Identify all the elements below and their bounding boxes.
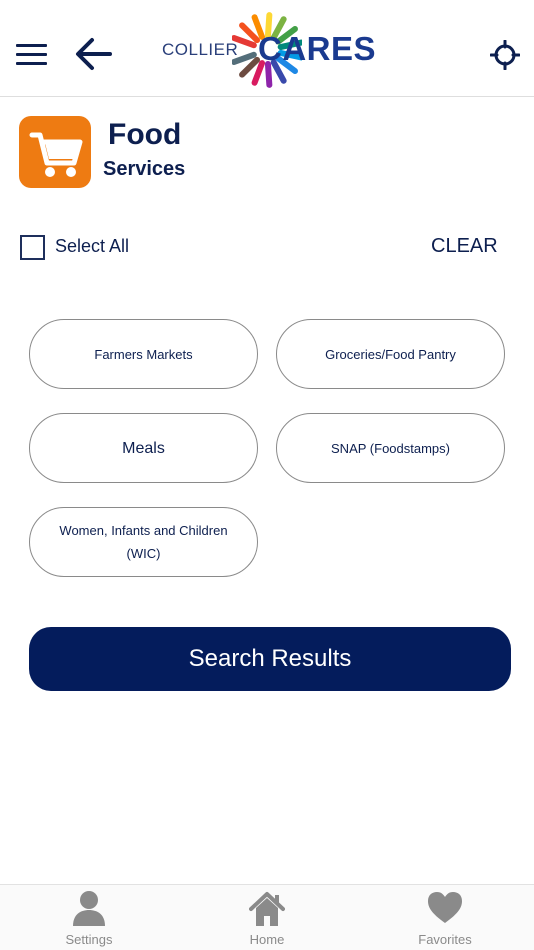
logo-text-big: CARES: [258, 30, 377, 67]
nav-favorites[interactable]: Favorites: [385, 885, 505, 950]
option-groceries-food-pantry[interactable]: Groceries/Food Pantry: [276, 319, 505, 389]
option-farmers-markets[interactable]: Farmers Markets: [29, 319, 258, 389]
option-snap[interactable]: SNAP (Foodstamps): [276, 413, 505, 483]
nav-home[interactable]: Home: [207, 885, 327, 950]
clear-button[interactable]: CLEAR: [431, 235, 498, 258]
select-all-row: Select All CLEAR: [19, 233, 499, 261]
category-subtitle: Services: [103, 158, 186, 180]
person-icon: [73, 891, 105, 926]
shopping-cart-icon: [19, 116, 91, 188]
collier-cares-logo: COLLIER CARES: [162, 12, 377, 90]
option-wic[interactable]: Women, Infants and Children (WIC): [29, 507, 258, 577]
select-all-checkbox[interactable]: [20, 235, 45, 260]
nav-home-label: Home: [249, 932, 285, 947]
crosshair-icon[interactable]: [489, 39, 521, 71]
arrow-left-icon[interactable]: [74, 34, 114, 74]
nav-favorites-label: Favorites: [418, 932, 472, 947]
hamburger-menu-icon[interactable]: [16, 44, 48, 66]
bottom-nav: Settings Home Favorites: [0, 884, 534, 950]
select-all-label[interactable]: Select All: [55, 236, 129, 257]
nav-settings[interactable]: Settings: [29, 885, 149, 950]
heart-icon: [428, 892, 462, 923]
nav-settings-label: Settings: [65, 932, 113, 947]
search-results-button[interactable]: Search Results: [29, 627, 511, 691]
option-meals[interactable]: Meals: [29, 413, 258, 483]
logo-text-small: COLLIER: [162, 40, 239, 59]
home-icon: [249, 892, 285, 926]
category-title: Food: [108, 118, 182, 151]
app-header: COLLIER CARES: [0, 0, 534, 97]
